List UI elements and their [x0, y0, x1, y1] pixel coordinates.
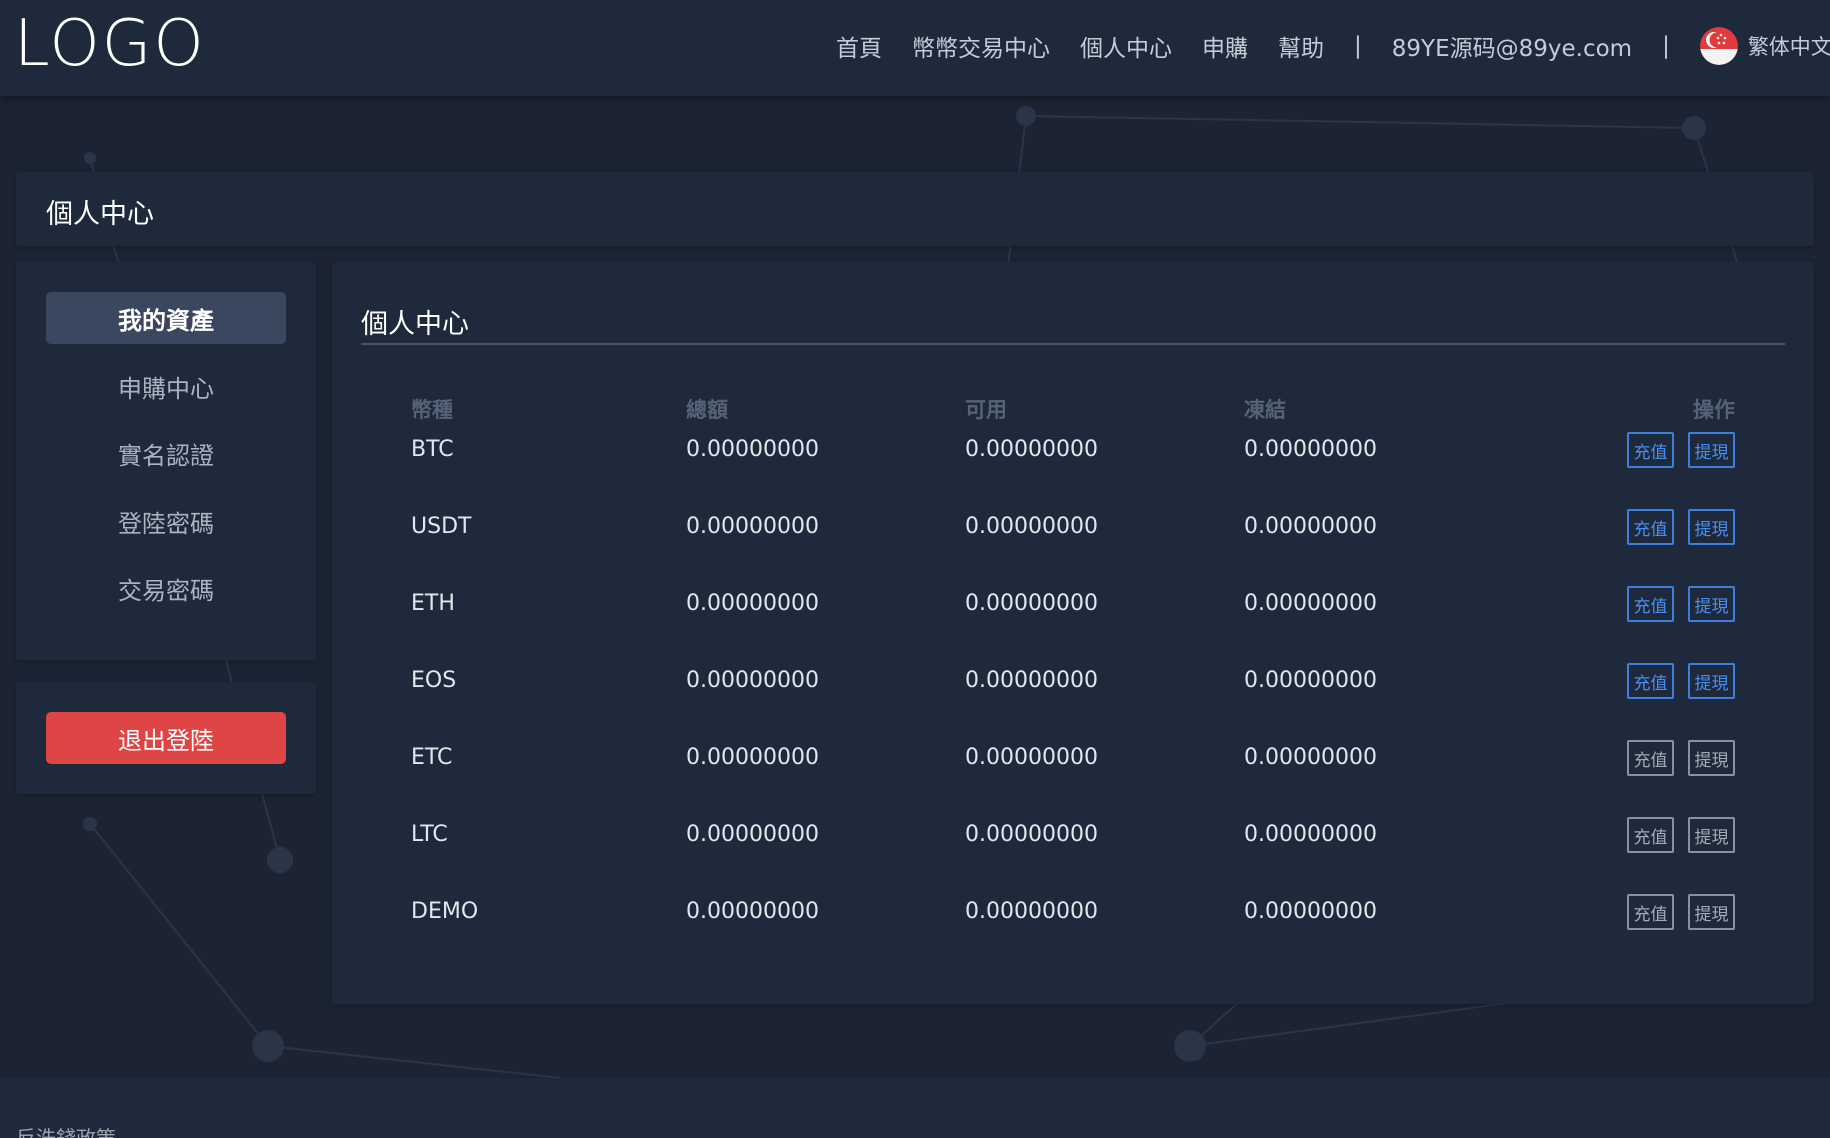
table-row: DEMO 0.00000000 0.00000000 0.00000000 充值 提現 — [332, 875, 1814, 952]
main-nav: 首頁 幣幣交易中心 個人中心 申購 幫助 | 89YE源码@89ye.com |… — [836, 26, 1830, 66]
footer-link-aml-policy[interactable]: 反洗錢政策 — [16, 1122, 116, 1138]
total-cell: 0.00000000 — [686, 514, 819, 539]
panel-title: 個人中心 — [361, 309, 469, 340]
withdraw-button[interactable]: 提現 — [1688, 894, 1735, 930]
available-cell: 0.00000000 — [965, 822, 1098, 847]
nav-divider: | — [1354, 33, 1362, 59]
table-row: ETC 0.00000000 0.00000000 0.00000000 充值 提現 — [332, 721, 1814, 798]
total-cell: 0.00000000 — [686, 668, 819, 693]
nav-trading-center[interactable]: 幣幣交易中心 — [912, 29, 1050, 63]
available-cell: 0.00000000 — [965, 514, 1098, 539]
page-title-bar: 個人中心 — [16, 172, 1814, 246]
withdraw-button[interactable]: 提現 — [1688, 509, 1735, 545]
frozen-cell: 0.00000000 — [1244, 591, 1377, 616]
nav-home[interactable]: 首頁 — [836, 29, 882, 63]
withdraw-button[interactable]: 提現 — [1688, 586, 1735, 622]
language-selector[interactable]: 繁体中文 — [1748, 31, 1830, 61]
sidebar-item-trade-password[interactable]: 交易密碼 — [46, 562, 286, 614]
nav-subscribe[interactable]: 申購 — [1202, 29, 1248, 63]
deposit-button[interactable]: 充值 — [1627, 894, 1674, 930]
available-cell: 0.00000000 — [965, 745, 1098, 770]
coin-cell: ETH — [411, 591, 455, 616]
table-row: USDT 0.00000000 0.00000000 0.00000000 充值 提現 — [332, 490, 1814, 567]
coin-cell: USDT — [411, 514, 472, 539]
singapore-flag-icon[interactable] — [1699, 27, 1738, 65]
sidebar-item-subscription-center[interactable]: 申購中心 — [46, 360, 286, 412]
deposit-button[interactable]: 充值 — [1627, 817, 1674, 853]
deposit-button[interactable]: 充值 — [1627, 663, 1674, 699]
withdraw-button[interactable]: 提現 — [1688, 740, 1735, 776]
nav-help[interactable]: 幫助 — [1278, 29, 1324, 63]
coin-cell: DEMO — [411, 899, 479, 924]
coin-cell: BTC — [411, 437, 454, 462]
coin-cell: ETC — [411, 745, 453, 770]
deposit-button[interactable]: 充值 — [1627, 740, 1674, 776]
available-cell: 0.00000000 — [965, 668, 1098, 693]
total-cell: 0.00000000 — [686, 899, 819, 924]
total-cell: 0.00000000 — [686, 437, 819, 462]
deposit-button[interactable]: 充值 — [1627, 432, 1674, 468]
available-cell: 0.00000000 — [965, 899, 1098, 924]
panel-divider — [361, 343, 1785, 345]
sidebar-menu: 我的資產 申購中心 實名認證 登陸密碼 交易密碼 — [16, 262, 316, 660]
available-cell: 0.00000000 — [965, 437, 1098, 462]
frozen-cell: 0.00000000 — [1244, 514, 1377, 539]
total-cell: 0.00000000 — [686, 591, 819, 616]
table-row: LTC 0.00000000 0.00000000 0.00000000 充值 提現 — [332, 798, 1814, 875]
frozen-cell: 0.00000000 — [1244, 668, 1377, 693]
table-row: ETH 0.00000000 0.00000000 0.00000000 充值 提現 — [332, 567, 1814, 644]
sidebar-item-identity-verification[interactable]: 實名認證 — [46, 427, 286, 479]
assets-panel: 個人中心 幣種 總額 可用 凍結 操作 BTC 0.00000000 0.00000… — [332, 262, 1814, 1004]
available-cell: 0.00000000 — [965, 591, 1098, 616]
table-row: EOS 0.00000000 0.00000000 0.00000000 充值 提現 — [332, 644, 1814, 721]
nav-divider: | — [1662, 33, 1670, 59]
frozen-cell: 0.00000000 — [1244, 822, 1377, 847]
frozen-cell: 0.00000000 — [1244, 745, 1377, 770]
table-row: BTC 0.00000000 0.00000000 0.00000000 充值 提現 — [332, 413, 1814, 490]
total-cell: 0.00000000 — [686, 745, 819, 770]
withdraw-button[interactable]: 提現 — [1688, 432, 1735, 468]
nav-personal-center[interactable]: 個人中心 — [1080, 29, 1172, 63]
logout-button[interactable]: 退出登陸 — [46, 712, 286, 764]
top-header: LOGO 首頁 幣幣交易中心 個人中心 申購 幫助 | 89YE源码@89ye.… — [0, 0, 1830, 96]
page-title: 個人中心 — [46, 199, 154, 230]
sidebar-item-my-assets[interactable]: 我的資產 — [46, 292, 286, 344]
logout-panel: 退出登陸 — [16, 682, 316, 794]
site-logo[interactable]: LOGO — [14, 4, 206, 84]
total-cell: 0.00000000 — [686, 822, 819, 847]
frozen-cell: 0.00000000 — [1244, 899, 1377, 924]
sidebar-item-login-password[interactable]: 登陸密碼 — [46, 495, 286, 547]
page-footer: 反洗錢政策 — [0, 1078, 1830, 1138]
withdraw-button[interactable]: 提現 — [1688, 663, 1735, 699]
deposit-button[interactable]: 充值 — [1627, 509, 1674, 545]
frozen-cell: 0.00000000 — [1244, 437, 1377, 462]
user-email[interactable]: 89YE源码@89ye.com — [1392, 29, 1632, 63]
withdraw-button[interactable]: 提現 — [1688, 817, 1735, 853]
deposit-button[interactable]: 充值 — [1627, 586, 1674, 622]
coin-cell: EOS — [411, 668, 457, 693]
coin-cell: LTC — [411, 822, 448, 847]
